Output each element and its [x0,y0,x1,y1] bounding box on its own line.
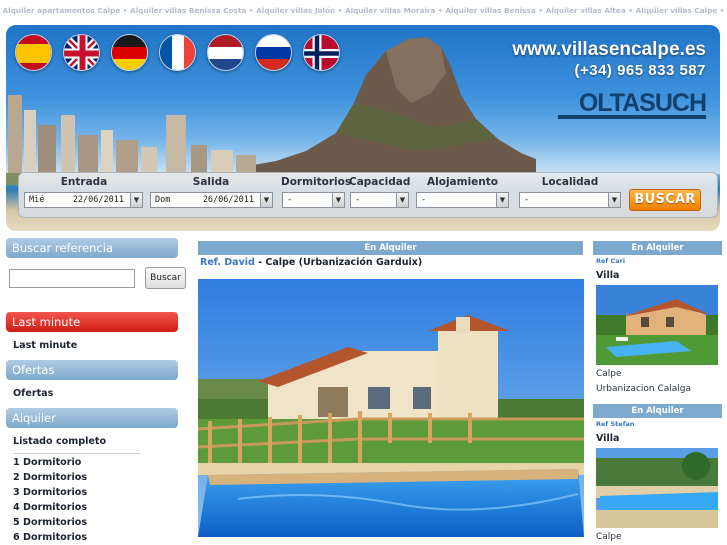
last-minute-heading: Last minute [6,312,178,332]
localidad-value: - [524,195,530,205]
villa-pool-image [198,279,584,537]
side-listing-type: Villa [596,270,620,281]
top-link[interactable]: Alquiler villas Moraira [345,6,436,15]
alojamiento-select[interactable]: - ▼ [416,192,509,208]
salida-date-select[interactable]: Dom 26/06/2011 ▼ [150,192,273,208]
dormitorios-5-link[interactable]: 5 Dormitorios [13,517,87,528]
chevron-down-icon: ▼ [260,193,272,207]
side-listing-heading: En Alquiler [593,241,722,255]
british-flag-icon[interactable] [63,34,100,71]
norwegian-flag-icon[interactable] [303,34,340,71]
side-listing-town: Calpe [596,532,622,542]
chevron-down-icon: ▼ [496,193,508,207]
side-listing-area: Urbanizacion Calalga [596,384,692,394]
last-minute-link[interactable]: Last minute [13,340,77,351]
reference-search-input[interactable] [9,269,135,288]
dormitorios-3-link[interactable]: 3 Dormitorios [13,487,87,498]
city-skyline-image [6,95,286,185]
dormitorios-4-link[interactable]: 4 Dormitorios [13,502,87,513]
availability-search-bar: Entrada Mié 22/06/2011 ▼ Salida Dom 26/0… [18,172,718,218]
featured-heading: En Alquiler [198,241,583,255]
featured-property-photo[interactable] [198,279,584,537]
sidebar-divider [13,453,140,454]
buscar-button[interactable]: BUSCAR [629,189,701,211]
top-link[interactable]: Alquiler apartamentos Calpe [3,6,121,15]
localidad-label: Localidad [541,176,599,188]
top-link[interactable]: Alquiler villas Calpe [636,6,718,15]
dormitorios-2-link[interactable]: 2 Dormitorios [13,472,87,483]
dormitorios-6-link[interactable]: 6 Dormitorios [13,532,87,543]
french-flag-icon[interactable] [159,34,196,71]
company-logo[interactable]: OLTASUCH [556,88,707,118]
top-link-separator: • [438,6,443,15]
russian-flag-icon[interactable] [255,34,292,71]
chevron-down-icon: ▼ [396,193,408,207]
phone-number: (+34) 965 833 587 [574,62,706,79]
chevron-down-icon: ▼ [130,193,142,207]
top-link[interactable]: Alquiler villas Jalón [256,6,335,15]
featured-location: Calpe (Urbanización Garduix) [265,257,423,268]
side-listing-photo[interactable] [596,448,718,528]
german-flag-icon[interactable] [111,34,148,71]
ofertas-heading: Ofertas [6,360,178,380]
side-listing-type: Villa [596,433,620,444]
dormitorios-1-link[interactable]: 1 Dormitorio [13,457,81,468]
salida-label: Salida [192,176,230,188]
salida-day: Dom [155,195,171,205]
logo-underline [558,115,706,119]
localidad-select[interactable]: - ▼ [519,192,621,208]
top-link[interactable]: Alquiler villas Benissa [445,6,536,15]
capacidad-select[interactable]: - ▼ [350,192,409,208]
side-listing-photo[interactable] [596,285,718,365]
side-listing-ref[interactable]: Ref Cari [596,257,625,265]
chevron-down-icon: ▼ [608,193,620,207]
buscar-referencia-heading: Buscar referencia [6,238,178,258]
ofertas-link[interactable]: Ofertas [13,388,53,399]
side-listing-ref[interactable]: Ref Stefan [596,420,635,428]
alojamiento-label: Alojamiento [427,176,498,188]
dormitorios-value: - [287,195,293,205]
dormitorios-select[interactable]: - ▼ [282,192,345,208]
top-link[interactable]: Alquiler villas Altea [546,6,626,15]
top-link-separator: • [337,6,343,15]
site-url: www.villasencalpe.es [512,39,706,60]
alojamiento-value: - [421,195,427,205]
villa-image [596,285,718,365]
entrada-day: Mié [29,195,45,205]
listado-completo-link[interactable]: Listado completo [13,436,106,447]
featured-ref-link[interactable]: Ref. David [200,257,255,268]
top-link-separator: • [538,6,544,15]
side-listing-heading: En Alquiler [593,404,722,418]
chevron-down-icon: ▼ [332,193,344,207]
side-listing-town: Calpe [596,369,622,379]
top-link-separator: • [122,6,128,15]
dutch-flag-icon[interactable] [207,34,244,71]
top-link[interactable]: Alquiler villas Benissa Costa [130,6,246,15]
salida-date: 26/06/2011 [202,195,254,205]
entrada-label: Entrada [60,176,108,188]
top-link-separator: • [248,6,254,15]
header-banner: www.villasencalpe.es (+34) 965 833 587 O… [6,25,720,231]
top-link-separator: • [719,6,725,15]
top-link-separator: • [628,6,634,15]
page: Alquiler apartamentos Calpe • Alquiler v… [0,0,727,545]
alquiler-heading: Alquiler [6,408,178,428]
entrada-date: 22/06/2011 [72,195,124,205]
pool-image [596,448,718,528]
top-links-bar: Alquiler apartamentos Calpe • Alquiler v… [0,0,727,22]
entrada-date-select[interactable]: Mié 22/06/2011 ▼ [24,192,143,208]
featured-title: Ref. David - Calpe (Urbanización Garduix… [200,257,422,268]
capacidad-label: Capacidad [349,176,411,188]
dormitorios-label: Dormitorios [281,176,352,188]
spanish-flag-icon[interactable] [15,34,52,71]
capacidad-value: - [355,195,361,205]
reference-search-button[interactable]: Buscar [145,267,186,289]
